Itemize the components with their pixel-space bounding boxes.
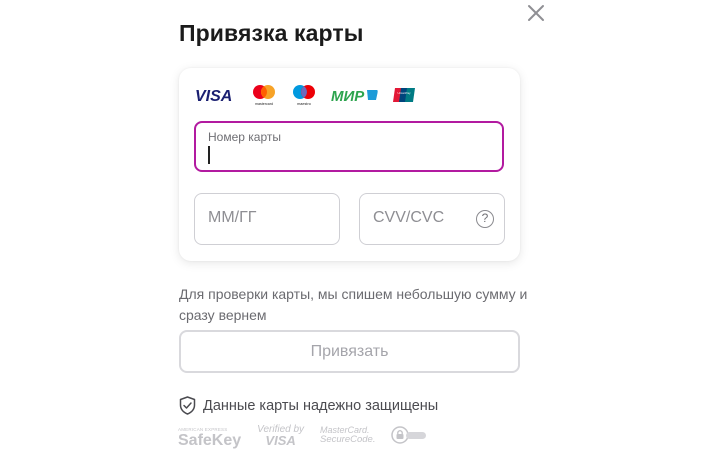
verified-by-visa-badge: Verified by VISA [257,424,305,448]
mastercard-logo: mastercard [251,84,277,106]
card-number-label: Номер карты [208,130,281,144]
card-logos: VISA mastercard maestro МИР UnionPay [195,84,431,106]
expiry-input[interactable] [208,209,318,227]
card-form-panel: VISA mastercard maestro МИР UnionPay Ном… [179,68,520,261]
expiry-field[interactable] [194,193,340,245]
help-icon[interactable]: ? [476,210,494,228]
card-number-field[interactable]: Номер карты [194,121,504,172]
svg-text:maestro: maestro [297,102,311,106]
mastercard-securecode-badge: MasterCard. SecureCode. [320,425,376,445]
pci-dss-icon [391,426,427,444]
security-badges: AMERICAN EXPRESS SafeKey Verified by VIS… [178,424,443,449]
svg-text:UnionPay: UnionPay [397,91,411,95]
mir-logo: МИР [331,87,379,103]
cvv-field[interactable]: ? [359,193,505,245]
amex-safekey-badge: AMERICAN EXPRESS SafeKey [178,426,242,449]
unionpay-logo: UnionPay [393,87,417,103]
shield-check-icon [179,396,196,415]
verification-note: Для проверки карты, мы спишем небольшую … [179,286,528,323]
svg-text:VISA: VISA [195,88,232,103]
security-text: Данные карты надежно защищены [203,397,439,414]
visa-logo: VISA [195,87,237,103]
page-title: Привязка карты [179,20,364,46]
text-cursor [208,146,210,164]
link-card-button[interactable]: Привязать [179,330,520,373]
svg-text:МИР: МИР [331,88,365,103]
maestro-logo: maestro [291,84,317,106]
cvv-input[interactable] [373,209,483,227]
svg-text:mastercard: mastercard [255,102,273,106]
pci-dss-badge [391,426,427,444]
security-notice: Данные карты надежно защищены [179,396,438,415]
close-icon [528,5,544,21]
close-button[interactable] [523,0,549,26]
